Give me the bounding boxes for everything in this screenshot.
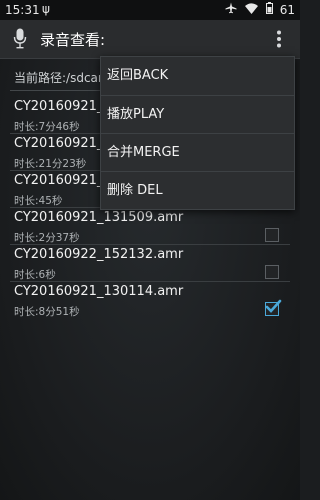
status-bar: 15:31 ψ 61	[0, 0, 300, 20]
menu-item-back[interactable]: 返回BACK	[101, 57, 294, 95]
recording-duration: 时长:6秒	[14, 269, 56, 281]
recording-checkbox[interactable]	[265, 265, 279, 279]
recording-name: CY20160921_	[14, 136, 104, 151]
microphone-icon	[13, 28, 27, 49]
action-bar: 录音查看:	[0, 20, 300, 59]
status-time: 15:31	[5, 3, 40, 17]
overflow-menu-icon[interactable]	[276, 30, 282, 48]
recording-duration: 时长:45秒	[14, 195, 63, 207]
recording-duration: 时长:7分46秒	[14, 121, 80, 133]
recording-checkbox[interactable]	[265, 299, 282, 316]
usb-icon: ψ	[42, 2, 50, 16]
recording-name: CY20160921_130114.amr	[14, 284, 184, 299]
current-path-label: 当前路径:/sdcard	[14, 71, 111, 85]
wifi-icon	[245, 2, 262, 17]
airplane-icon	[225, 2, 241, 17]
recording-name: CY20160921_	[14, 173, 104, 188]
recording-duration: 时长:8分51秒	[14, 306, 80, 318]
battery-icon	[265, 2, 276, 17]
recording-name: CY20160921_131509.amr	[14, 210, 184, 225]
recording-duration: 时长:2分37秒	[14, 232, 80, 244]
checkmark-icon	[265, 299, 282, 313]
recordings-screen: 15:31 ψ 61 录音查看: 当前路径:/sdcard CY20160921…	[0, 0, 300, 500]
list-item[interactable]: CY20160922_152132.amr 时长:6秒	[0, 245, 300, 282]
menu-item-delete[interactable]: 删除 DEL	[101, 171, 294, 209]
list-item[interactable]: CY20160921_130114.amr 时长:8分51秒	[0, 282, 300, 319]
recording-duration: 时长:21分23秒	[14, 158, 87, 170]
list-item[interactable]: CY20160921_131509.amr 时长:2分37秒	[0, 208, 300, 245]
status-icons: 61	[225, 2, 295, 18]
battery-level: 61	[279, 2, 295, 17]
recording-checkbox[interactable]	[265, 228, 279, 242]
app-title: 录音查看:	[40, 31, 106, 49]
popup-menu: 返回BACK 播放PLAY 合并MERGE 删除 DEL	[100, 56, 295, 210]
menu-item-merge[interactable]: 合并MERGE	[101, 133, 294, 171]
menu-item-play[interactable]: 播放PLAY	[101, 95, 294, 133]
recording-name: CY20160921_1	[14, 99, 112, 114]
recording-name: CY20160922_152132.amr	[14, 247, 184, 262]
